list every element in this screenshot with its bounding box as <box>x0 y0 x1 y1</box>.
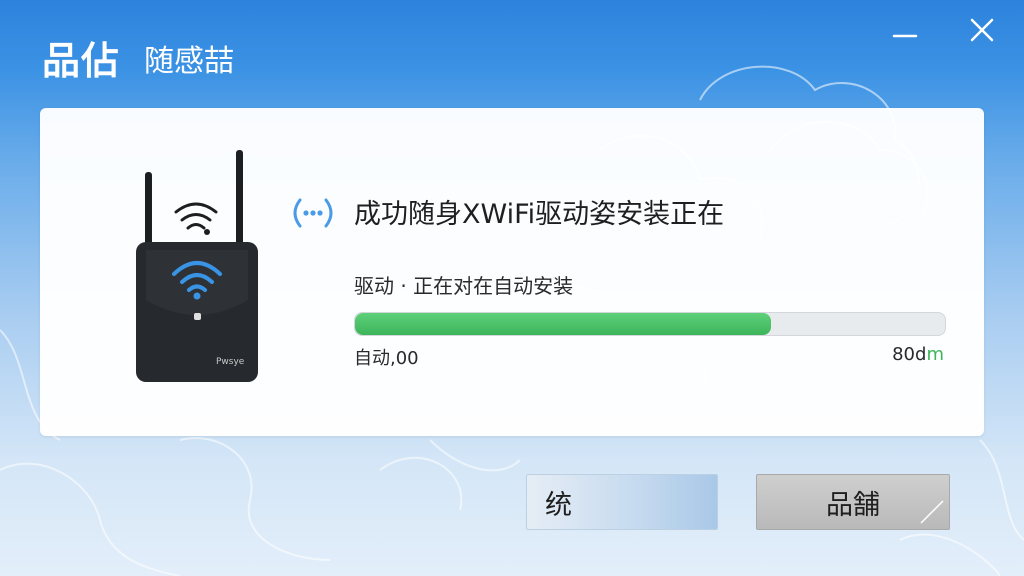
secondary-button[interactable]: 品舗 <box>756 474 950 530</box>
app-title: 品佔 <box>42 39 121 83</box>
primary-button-label: 统 <box>545 489 572 521</box>
progress-right-value: 80d <box>892 344 927 365</box>
secondary-button-label: 品舗 <box>826 489 880 521</box>
minimize-button[interactable] <box>886 14 926 48</box>
progress-fill <box>355 313 771 335</box>
wifi-router-icon: Pwsye <box>136 150 258 382</box>
status-subtitle: 驱动 · 正在对在自动安装 <box>354 274 574 298</box>
progress-right-unit: m <box>926 344 944 365</box>
progress-right-label: 80dm <box>840 344 944 365</box>
close-icon <box>970 18 994 42</box>
close-button[interactable] <box>962 14 1002 48</box>
status-title: 成功随身XWiFi驱动姿安装正在 <box>354 199 725 230</box>
primary-button[interactable]: 统 <box>526 474 718 530</box>
progress-bar <box>354 312 946 336</box>
device-brand: Pwsye <box>216 357 245 367</box>
progress-left-label: 自动,00 <box>354 348 419 369</box>
status-card: Pwsye 成功随身XWiFi驱动姿安装正在 驱动 · 正在对在自动安装 自动,… <box>40 108 984 436</box>
minimize-icon <box>892 34 918 38</box>
app-subtitle: 随感喆 <box>144 44 234 79</box>
installer-window: 品佔 随感喆 Pwsye 成功随身XWiFi驱动姿安装正在 驱动 · 正在对在自… <box>0 0 1024 576</box>
loading-dots-icon <box>293 198 333 228</box>
title-bar: 品佔 随感喆 <box>0 0 1024 100</box>
resize-corner-icon <box>920 500 944 524</box>
